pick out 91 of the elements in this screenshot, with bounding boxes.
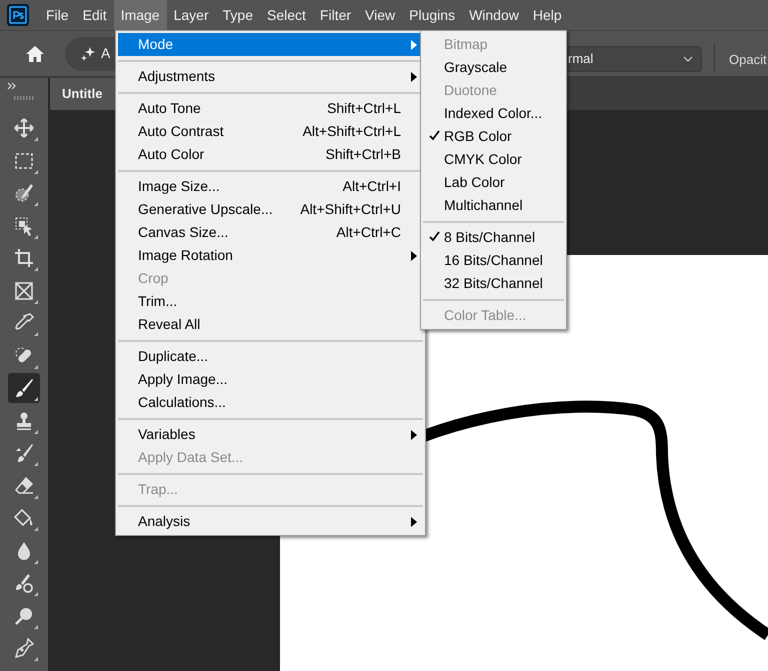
menu-bar-item[interactable]: Window [462,0,526,30]
menu-item[interactable]: Variables [118,423,423,446]
menu-item[interactable]: Indexed Color... [423,102,564,125]
menu-item[interactable]: RGB Color [423,125,564,148]
menu-bar-item[interactable]: Help [526,0,569,30]
checkmark-icon [429,231,440,242]
menu-item[interactable]: 8 Bits/Channel [423,226,564,249]
corner-icon [34,560,38,564]
menu-bar-item[interactable]: Filter [312,0,358,30]
menu-bar-item[interactable]: File [39,0,76,30]
brush-circle-icon [14,573,34,593]
app-logo-icon [7,4,29,26]
magnifier-icon [14,606,34,626]
menu-item[interactable]: Reveal All [118,313,423,336]
menu-item[interactable]: Calculations... [118,391,423,414]
menu-item[interactable]: Lab Color [423,171,564,194]
corner-icon [34,494,38,498]
document-tab[interactable]: Untitle [50,78,115,110]
marquee-icon [14,150,34,170]
corner-icon [34,234,38,238]
corner-icon [34,527,38,531]
object-select-icon [14,216,34,236]
menu-item[interactable]: Trim... [118,290,423,313]
menu-item[interactable]: Canvas Size... Alt+Ctrl+C [118,221,423,244]
eyedropper-icon [14,313,34,333]
corner-icon [34,202,38,206]
corner-icon [34,137,38,141]
menu-item[interactable]: Duplicate... [118,345,423,368]
menu-item[interactable]: 32 Bits/Channel [423,272,564,295]
stamp-icon [14,410,34,430]
shortcut-label: Alt+Ctrl+C [336,223,402,242]
menu-bar-item[interactable]: Edit [76,0,114,30]
home-icon [25,44,45,62]
corner-icon [34,624,38,628]
history-brush-icon [14,443,34,463]
crop-icon [14,248,34,268]
menu-item[interactable]: Auto Contrast Alt+Shift+Ctrl+L [118,120,423,143]
menu-bar-item[interactable]: Plugins [402,0,462,30]
submenu-arrow-icon [411,40,417,50]
menu-item[interactable]: Apply Image... [118,368,423,391]
menu-bar-item[interactable]: Type [216,0,260,30]
menu-item[interactable]: Analysis [118,510,423,533]
menu-item[interactable]: Grayscale [423,56,564,79]
menu-bar-item[interactable]: Image [114,0,167,30]
corner-icon [34,300,38,304]
bandage-icon [14,346,34,366]
corner-icon [34,332,38,336]
quick-select-icon [14,183,34,203]
move-icon [14,118,34,138]
sparkle-icon [81,46,95,60]
shortcut-label: Shift+Ctrl+L [327,99,402,118]
collapse-icon [7,82,17,90]
menu-bar-item[interactable]: Layer [166,0,216,30]
grip-icon [14,96,34,100]
corner-icon [34,430,38,434]
chevron-down-icon [683,56,693,62]
menu-item[interactable]: Auto Color Shift+Ctrl+B [118,143,423,166]
corner-icon [34,592,38,596]
submenu-arrow-icon [411,72,417,82]
frame-icon [14,280,34,300]
blend-mode-dropdown[interactable]: rmal [566,46,702,72]
shortcut-label: Shift+Ctrl+B [326,145,402,164]
brush-icon [14,378,34,398]
tool-button[interactable] [8,373,40,403]
menu-bar-item[interactable]: Select [260,0,313,30]
menu-item[interactable]: Multichannel [423,194,564,217]
submenu-arrow-icon [411,430,417,440]
opacity-label: Opacit [729,51,767,69]
menu-item[interactable]: Generative Upscale... Alt+Shift+Ctrl+U [118,198,423,221]
checkmark-icon [429,130,440,141]
menu-item[interactable]: CMYK Color [423,148,564,171]
paint-bucket-icon [14,508,34,528]
corner-icon [34,462,38,466]
shortcut-label: Alt+Shift+Ctrl+U [300,200,402,219]
submenu-arrow-icon [411,517,417,527]
menu-item[interactable]: Auto Tone Shift+Ctrl+L [118,97,423,120]
corner-icon [34,364,38,368]
eraser-icon [14,476,34,496]
shortcut-label: Alt+Ctrl+I [342,177,402,196]
menu-item[interactable]: 16 Bits/Channel [423,249,564,272]
corner-icon [34,397,38,401]
menu-item[interactable]: Mode [118,33,423,56]
menu-bar-item[interactable]: View [358,0,402,30]
pen-nib-icon [14,638,34,658]
submenu-arrow-icon [411,251,417,261]
corner-icon [34,170,38,174]
menu-item[interactable]: Image Size... Alt+Ctrl+I [118,175,423,198]
shortcut-label: Alt+Shift+Ctrl+L [302,122,402,141]
corner-icon [34,657,38,661]
corner-icon [34,267,38,271]
menu-item[interactable]: Image Rotation [118,244,423,267]
